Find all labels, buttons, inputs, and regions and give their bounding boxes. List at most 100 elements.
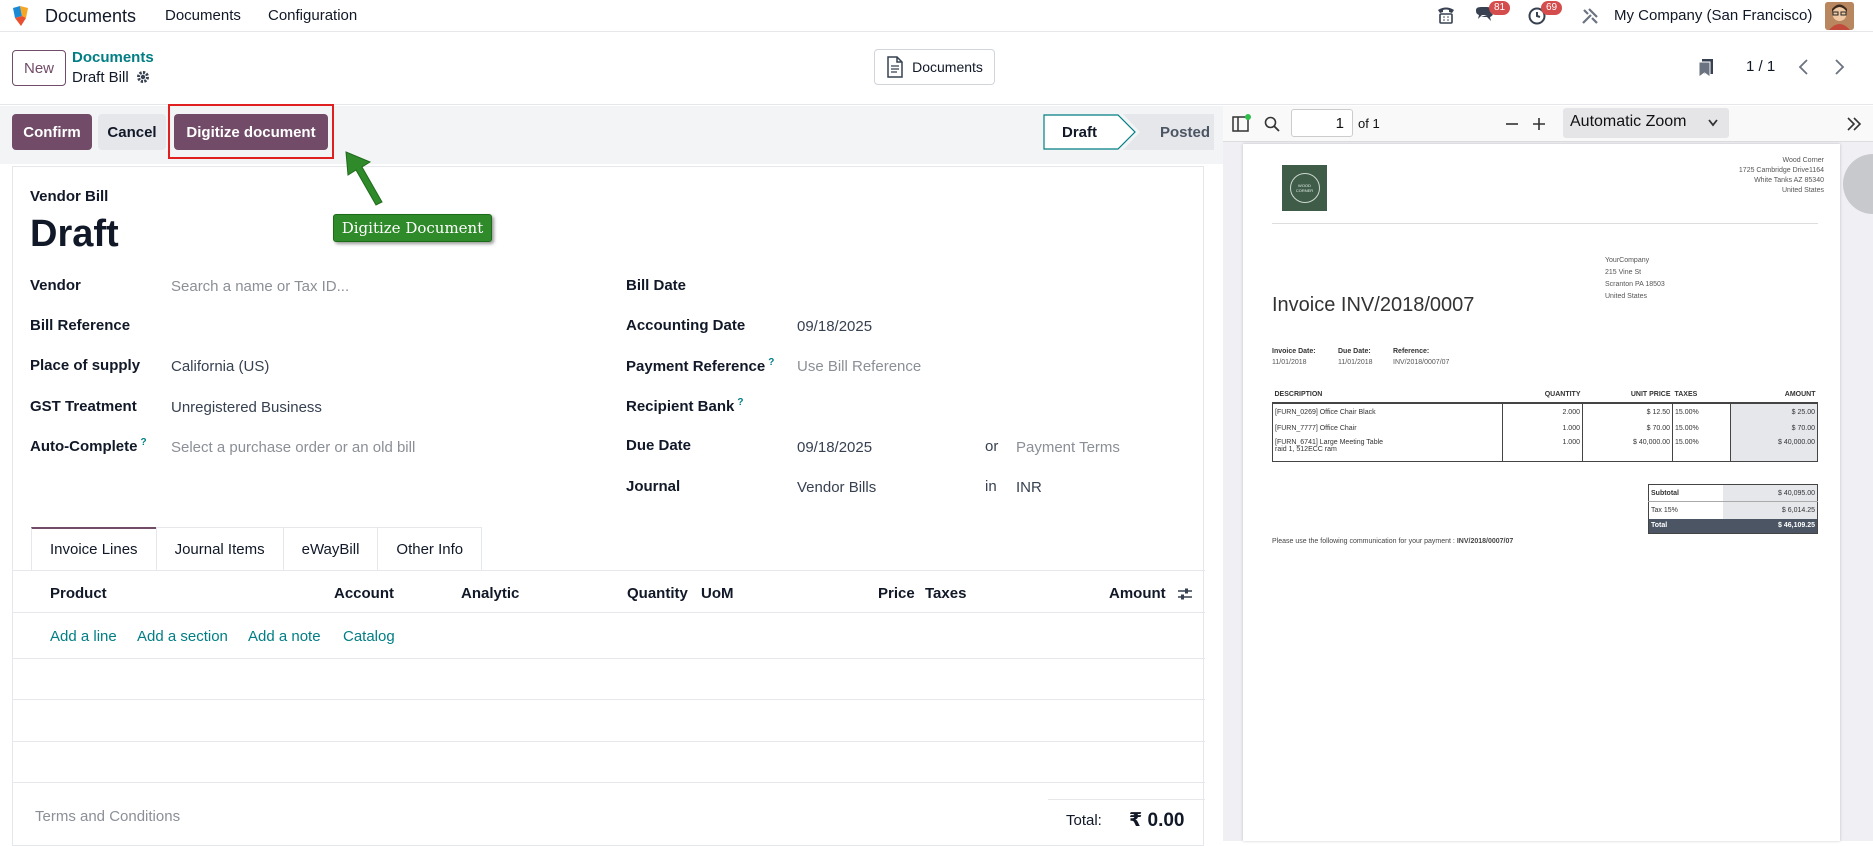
terms-and-conditions[interactable]: Terms and Conditions — [35, 808, 180, 825]
table-row: [FURN_0269] Office Chair Black 2.000 $ 1… — [1272, 403, 1818, 420]
user-avatar[interactable] — [1825, 2, 1854, 30]
place-of-supply-field[interactable]: California (US) — [171, 358, 269, 375]
column-uom[interactable]: UoM — [701, 585, 734, 602]
communication-prefix: Please use the following communication f… — [1272, 538, 1455, 545]
cancel-button[interactable]: Cancel — [98, 114, 166, 150]
gst-treatment-field[interactable]: Unregistered Business — [171, 399, 322, 416]
payment-terms-input[interactable]: Payment Terms — [1016, 439, 1120, 456]
tab-ewaybill[interactable]: eWayBill — [282, 527, 379, 570]
help-tooltip-icon[interactable]: ? — [768, 357, 774, 368]
table-row — [13, 782, 1205, 783]
company-switcher[interactable]: My Company (San Francisco) — [1614, 7, 1812, 24]
menu-documents[interactable]: Documents — [165, 7, 241, 24]
total-amount: ₹ 0.00 — [1129, 810, 1185, 831]
tab-other-info[interactable]: Other Info — [377, 527, 483, 570]
line-quantity: 1.000 — [1502, 437, 1583, 461]
tab-journal-items[interactable]: Journal Items — [155, 527, 284, 570]
help-tooltip-icon[interactable]: ? — [737, 397, 743, 408]
add-line-link[interactable]: Add a line — [50, 628, 117, 645]
table-row — [13, 741, 1205, 742]
bookmark-copy-icon[interactable] — [1697, 58, 1715, 78]
chevron-left-icon[interactable] — [1797, 58, 1811, 76]
invoice-title: Invoice INV/2018/0007 — [1272, 294, 1475, 316]
add-note-link[interactable]: Add a note — [248, 628, 321, 645]
address-line: United States — [1781, 187, 1824, 194]
column-analytic[interactable]: Analytic — [461, 585, 519, 602]
payment-reference-label-text: Payment Reference — [626, 358, 766, 375]
search-icon[interactable] — [1263, 115, 1281, 133]
due-date-field[interactable]: 09/18/2025 — [797, 439, 872, 456]
line-taxes: 15.00% — [1672, 437, 1731, 461]
activities-button[interactable]: 69 — [1527, 1, 1563, 26]
sidebar-toggle-icon[interactable] — [1231, 114, 1251, 134]
digitize-highlight-box — [168, 104, 334, 159]
payment-reference-input[interactable]: Use Bill Reference — [797, 358, 921, 375]
auto-complete-input[interactable]: Select a purchase order or an old bill — [171, 439, 415, 456]
page-count: of 1 — [1358, 116, 1380, 131]
accounting-date-field[interactable]: 09/18/2025 — [797, 318, 872, 335]
line-unit-price: $ 12.50 — [1582, 403, 1673, 420]
file-text-icon — [887, 56, 903, 78]
table-row — [13, 658, 1205, 659]
floating-handle[interactable] — [1843, 154, 1873, 214]
vendor-input[interactable]: Search a name or Tax ID... — [171, 278, 349, 295]
logo-text: WOOD CORNER — [1289, 173, 1320, 203]
address-line: 1725 Cambridge Drive1164 — [1738, 167, 1824, 174]
messages-badge: 81 — [1489, 1, 1511, 15]
new-button[interactable]: New — [12, 50, 66, 86]
help-tooltip-icon[interactable]: ? — [141, 437, 147, 448]
currency-field[interactable]: INR — [1016, 479, 1042, 496]
vendor-label: Vendor — [30, 277, 81, 294]
menu-configuration[interactable]: Configuration — [268, 7, 357, 24]
line-quantity: 2.000 — [1502, 403, 1583, 420]
gear-icon[interactable] — [136, 70, 150, 84]
line-description-main: [FURN_6741] Large Meeting Table — [1275, 439, 1384, 446]
pdf-page: WOOD CORNER Wood Corner 1725 Cambridge D… — [1243, 144, 1840, 841]
journal-field[interactable]: Vendor Bills — [797, 479, 876, 496]
zoom-out-icon[interactable] — [1503, 115, 1521, 133]
catalog-link[interactable]: Catalog — [343, 628, 395, 645]
confirm-button[interactable]: Confirm — [12, 114, 92, 150]
total-label: Total: — [1066, 812, 1102, 829]
tools-icon[interactable] — [1580, 6, 1600, 26]
stage-draft[interactable]: Draft — [1062, 114, 1097, 150]
column-price[interactable]: Price — [878, 585, 915, 602]
optional-columns-icon[interactable] — [1176, 585, 1194, 603]
column-quantity[interactable]: Quantity — [627, 585, 688, 602]
header-divider — [13, 612, 1205, 613]
address-line: Scranton PA 18503 — [1605, 281, 1665, 288]
column-account[interactable]: Account — [334, 585, 394, 602]
tax-value: $ 6,014.25 — [1722, 501, 1818, 519]
add-section-link[interactable]: Add a section — [137, 628, 228, 645]
app-name[interactable]: Documents — [45, 6, 136, 27]
meta-value: 11/01/2018 — [1338, 359, 1373, 366]
top-navbar: Documents Documents Configuration 81 69 … — [0, 0, 1873, 32]
breadcrumb-current-label: Draft Bill — [72, 69, 129, 86]
zoom-in-icon[interactable] — [1530, 115, 1548, 133]
chevron-right-icon[interactable] — [1832, 58, 1846, 76]
table-row — [13, 699, 1205, 700]
arrow-annotation-icon — [345, 151, 383, 206]
place-of-supply-label: Place of supply — [30, 357, 141, 374]
zoom-select[interactable]: Automatic Zoom — [1563, 108, 1729, 138]
pager-value[interactable]: 1 / 1 — [1746, 58, 1775, 75]
tools-menu-icon[interactable] — [1845, 115, 1863, 133]
zoom-select-value: Automatic Zoom — [1570, 113, 1687, 130]
address-line: White Tanks AZ 85340 — [1754, 177, 1824, 184]
stage-posted[interactable]: Posted — [1160, 114, 1210, 150]
address-line: YourCompany — [1605, 257, 1650, 264]
documents-app-icon[interactable] — [10, 4, 34, 28]
breadcrumb-documents[interactable]: Documents — [72, 49, 154, 66]
messages-button[interactable]: 81 — [1473, 1, 1511, 26]
column-amount[interactable]: Amount — [1109, 585, 1166, 602]
page-number-input[interactable] — [1291, 109, 1353, 137]
column-taxes[interactable]: Taxes — [925, 585, 966, 602]
totals-table: Subtotal $ 40,095.00 Tax 15% $ 6,014.25 … — [1648, 484, 1818, 534]
phone-icon[interactable] — [1435, 4, 1457, 26]
tab-invoice-lines[interactable]: Invoice Lines — [31, 527, 157, 570]
activities-badge: 69 — [1541, 1, 1563, 15]
column-product[interactable]: Product — [50, 585, 107, 602]
line-amount: $ 70.00 — [1730, 420, 1818, 437]
meta-value: INV/2018/0007/07 — [1393, 359, 1450, 366]
documents-smart-button[interactable]: Documents — [874, 49, 995, 85]
